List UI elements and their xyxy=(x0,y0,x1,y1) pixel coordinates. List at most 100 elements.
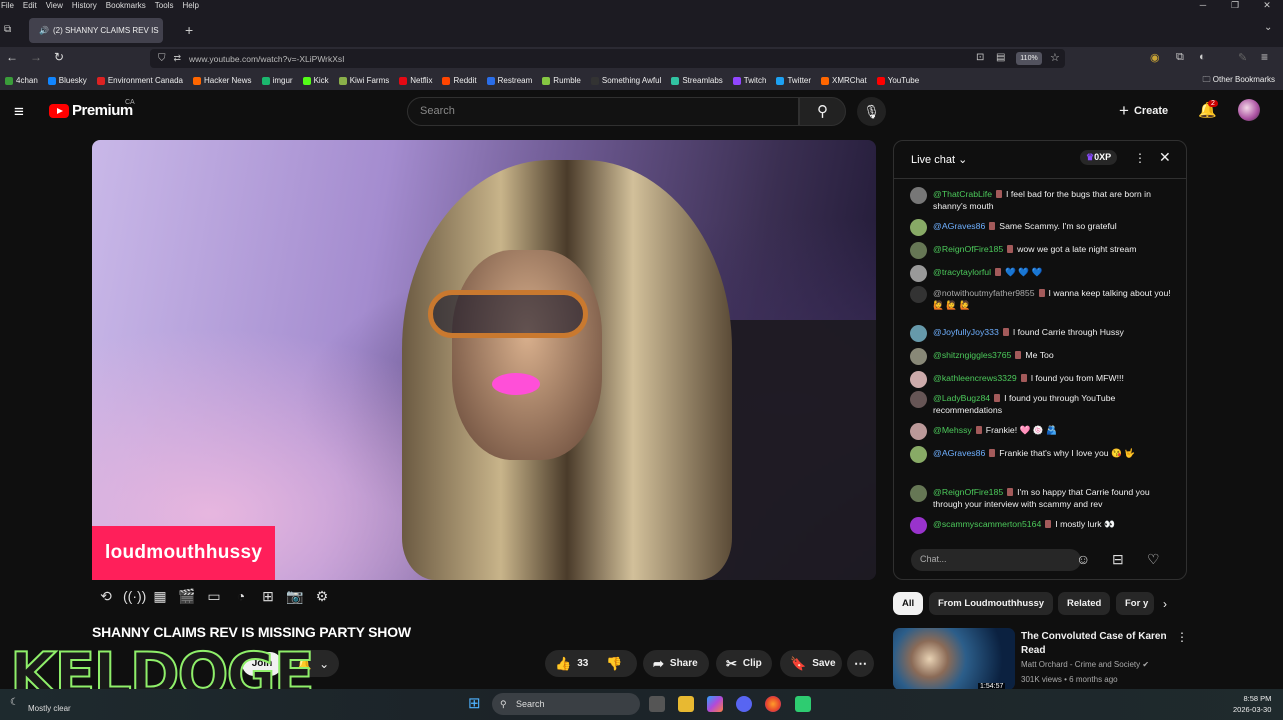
bookmark-item[interactable]: Environment Canada xyxy=(96,76,183,85)
chip-related[interactable]: Related xyxy=(1058,592,1111,615)
chat-avatar[interactable] xyxy=(910,219,927,236)
video-player[interactable] xyxy=(92,140,876,580)
zoom-level[interactable]: 110% xyxy=(1016,52,1042,65)
cinema-icon[interactable]: ▦ xyxy=(150,588,170,605)
shield-icon[interactable]: ⛉ xyxy=(158,53,166,64)
active-tab[interactable]: 🔊 (2) SHANNY CLAIMS REV IS xyxy=(29,18,163,43)
chat-avatar[interactable] xyxy=(910,485,927,502)
taskbar-search[interactable]: ⚲ Search xyxy=(492,693,640,715)
chat-avatar[interactable] xyxy=(910,286,927,303)
chat-username[interactable]: @kathleencrews3329 xyxy=(933,373,1017,383)
discord-icon[interactable] xyxy=(736,696,752,712)
chat-username[interactable]: @ThatCrabLife xyxy=(933,189,992,199)
forward-icon[interactable]: → xyxy=(30,50,42,64)
chat-avatar[interactable] xyxy=(910,325,927,342)
url-bar[interactable]: ⛉ ⇄ www.youtube.com/watch?v=-XLiPWrkXsI xyxy=(150,49,1065,68)
bookmark-item[interactable]: Rumble xyxy=(542,76,581,85)
chat-avatar[interactable] xyxy=(910,517,927,534)
chip-from-channel[interactable]: From Loudmouthhussy xyxy=(929,592,1054,615)
more-actions-button[interactable]: ⋯ xyxy=(847,650,874,677)
chat-avatar[interactable] xyxy=(910,348,927,365)
chat-username[interactable]: @AGraves86 xyxy=(933,448,985,458)
voice-search-button[interactable]: 🎙 xyxy=(857,97,886,126)
chat-username[interactable]: @JoyfullyJoy333 xyxy=(933,327,999,337)
bookmark-item[interactable]: Netflix xyxy=(399,76,432,85)
chip-all[interactable]: All xyxy=(893,592,924,615)
save-button[interactable]: 🔖 Save xyxy=(780,650,842,677)
clapper-icon[interactable]: 🎬 xyxy=(177,588,197,605)
bookmark-item[interactable]: XMRChat xyxy=(821,76,867,85)
chat-avatar[interactable] xyxy=(910,242,927,259)
chat-username[interactable]: @ReignOfFire185 xyxy=(933,487,1003,497)
bookmark-item[interactable]: Hacker News xyxy=(192,76,252,85)
bookmark-item[interactable]: 4chan xyxy=(5,76,38,85)
bookmark-item[interactable]: Bluesky xyxy=(47,76,87,85)
new-tab-icon[interactable]: + xyxy=(185,22,193,38)
back-icon[interactable]: ← xyxy=(6,50,18,64)
guide-menu-icon[interactable]: ≡ xyxy=(14,102,24,122)
permissions-icon[interactable]: ⇄ xyxy=(174,53,182,64)
menu-bookmarks[interactable]: Bookmarks xyxy=(106,1,146,10)
chat-avatar[interactable] xyxy=(910,446,927,463)
bookmark-item[interactable]: Kick xyxy=(302,76,329,85)
search-input[interactable]: Search xyxy=(407,97,799,126)
share-button[interactable]: ➦ Share xyxy=(643,650,709,677)
loop-icon[interactable]: ⟲ xyxy=(96,588,116,605)
create-button[interactable]: + Create xyxy=(1119,99,1168,123)
theater-icon[interactable]: ▭ xyxy=(204,588,224,605)
restore-icon[interactable]: ❐ xyxy=(1219,0,1251,11)
bookmark-item[interactable]: Twitter xyxy=(776,76,811,85)
chat-username[interactable]: @notwithoutmyfather9855 xyxy=(933,288,1035,298)
chat-username[interactable]: @ReignOfFire185 xyxy=(933,244,1003,254)
menu-file[interactable]: File xyxy=(1,1,14,10)
windows-start-icon[interactable]: ⊞ xyxy=(468,694,481,712)
extension-icon[interactable]: ◉ xyxy=(1150,51,1160,64)
app-icon[interactable] xyxy=(795,696,811,712)
reload-icon[interactable]: ↻ xyxy=(54,50,64,64)
chat-username[interactable]: @shitzngiggles3765 xyxy=(933,350,1011,360)
screenshot-icon[interactable]: 📷 xyxy=(285,588,305,605)
like-dislike-button[interactable]: 👍 33 👎 xyxy=(545,650,637,677)
bookmark-item[interactable]: Twitch xyxy=(732,76,766,85)
thumbs-up-icon[interactable]: 👍 xyxy=(555,656,571,672)
avatar[interactable] xyxy=(1238,99,1260,121)
url-text[interactable]: www.youtube.com/watch?v=-XLiPWrkXsI xyxy=(189,54,345,64)
bookmark-item[interactable]: imgur xyxy=(261,76,293,85)
menu-edit[interactable]: Edit xyxy=(23,1,37,10)
bookmark-item[interactable]: Something Awful xyxy=(590,76,661,85)
hamburger-menu-icon[interactable]: ≡ xyxy=(1261,50,1268,64)
chat-username[interactable]: @AGraves86 xyxy=(933,221,985,231)
weather-widget[interactable]: Mostly clear xyxy=(28,704,71,713)
settings-gear-icon[interactable]: ⚙ xyxy=(312,588,332,605)
reader-icon[interactable]: ▤ xyxy=(996,52,1005,63)
menu-help[interactable]: Help xyxy=(182,1,198,10)
puzzle-icon[interactable]: ⧉ xyxy=(1176,51,1184,64)
thumbs-down-icon[interactable]: 👎 xyxy=(606,656,622,672)
chat-username[interactable]: @LadyBugz84 xyxy=(933,393,990,403)
pen-icon[interactable]: ✎ xyxy=(1238,51,1247,64)
super-chat-icon[interactable]: ⊟ xyxy=(1112,551,1124,568)
menu-view[interactable]: View xyxy=(46,1,63,10)
chevron-right-icon[interactable]: › xyxy=(1163,597,1167,611)
chat-username[interactable]: @tracytaylorful xyxy=(933,267,991,277)
bookmark-item[interactable]: Restream xyxy=(486,76,532,85)
related-title[interactable]: The Convoluted Case of Karen Read xyxy=(1021,630,1171,658)
emoji-icon[interactable]: ☺ xyxy=(1076,551,1090,567)
speed-icon[interactable]: ◔ xyxy=(231,588,251,605)
chat-avatar[interactable] xyxy=(910,371,927,388)
chat-username[interactable]: @scammyscammerton5164 xyxy=(933,519,1041,529)
more-vertical-icon[interactable]: ⋮ xyxy=(1176,630,1188,644)
taskbar-clock[interactable]: 8:58 PM 2026-03-30 xyxy=(1233,693,1271,715)
bookmark-item[interactable]: YouTube xyxy=(876,76,919,85)
star-icon[interactable]: ☆ xyxy=(1050,51,1060,64)
tab-list-icon[interactable]: ⧉ xyxy=(4,24,11,35)
file-explorer-icon[interactable] xyxy=(678,696,694,712)
task-view-icon[interactable] xyxy=(649,696,665,712)
youtube-logo[interactable]: Premium xyxy=(49,102,133,119)
speaker-icon[interactable]: 🔊 xyxy=(39,26,49,35)
minimize-icon[interactable]: ─ xyxy=(1187,0,1219,11)
bookmark-item[interactable]: Kiwi Farms xyxy=(338,76,389,85)
clip-button[interactable]: ✂ Clip xyxy=(716,650,772,677)
profile-icon[interactable]: ◐ xyxy=(1199,51,1206,63)
chat-input[interactable]: Chat... xyxy=(911,549,1081,571)
